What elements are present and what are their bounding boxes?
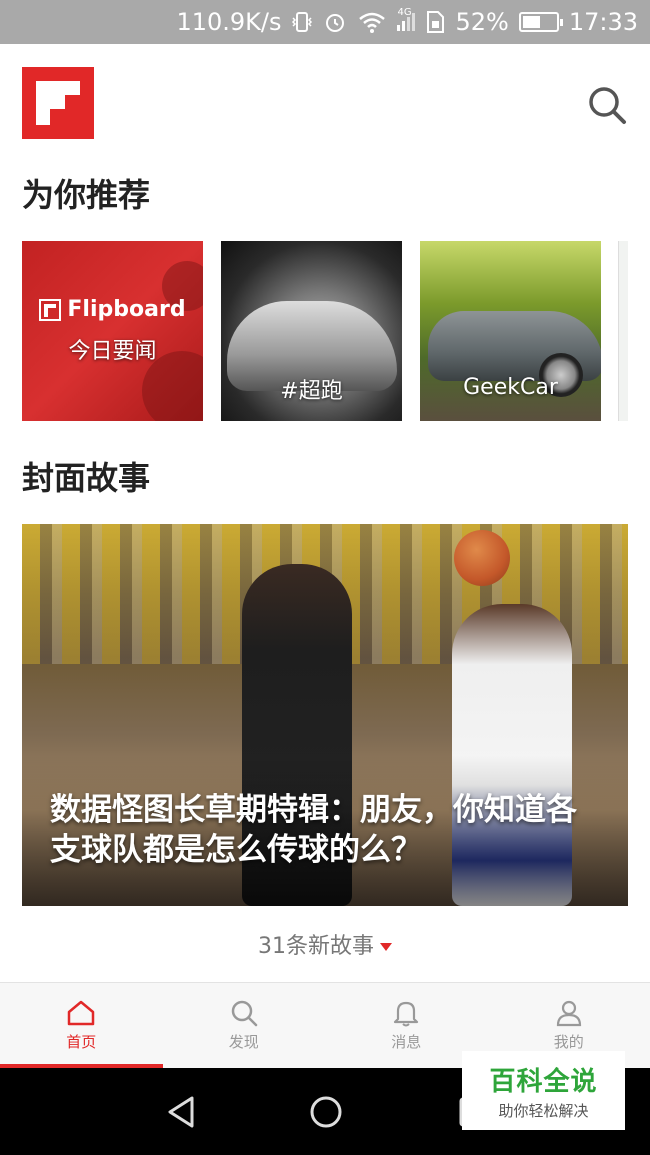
battery-icon xyxy=(518,12,563,32)
tab-label: 发现 xyxy=(228,1033,259,1051)
recommend-card-supercar[interactable]: #超跑 xyxy=(221,241,402,421)
home-circle-icon[interactable] xyxy=(304,1090,348,1134)
recommend-carousel[interactable]: Flipboard 今日要闻 #超跑 GeekCar xyxy=(22,241,601,421)
recommend-card-label: #超跑 xyxy=(280,379,343,404)
status-bar: 110.9K/s 4G 52% 17:33 xyxy=(0,0,650,44)
clock: 17:33 xyxy=(568,8,638,36)
basketball-image xyxy=(454,530,510,586)
tab-label: 首页 xyxy=(66,1033,97,1051)
watermark: 百科全说 助你轻松解决 xyxy=(462,1051,625,1130)
flipboard-logo[interactable] xyxy=(22,67,94,139)
vibrate-icon xyxy=(292,12,313,32)
recommend-title: 为你推荐 xyxy=(22,176,151,214)
network-type: 4G xyxy=(397,7,412,18)
tab-label: 消息 xyxy=(391,1033,422,1051)
flipboard-brand-text: Flipboard xyxy=(67,297,186,322)
tab-discover[interactable]: 发现 xyxy=(163,983,326,1068)
battery-percent: 52% xyxy=(455,8,509,36)
home-icon xyxy=(68,1000,95,1026)
recommend-card-geekcar[interactable]: GeekCar xyxy=(420,241,601,421)
watermark-title: 百科全说 xyxy=(489,1066,598,1097)
tab-home[interactable]: 首页 xyxy=(0,983,163,1068)
more-stories-button[interactable]: 31条新故事 xyxy=(0,928,650,960)
alarm-icon xyxy=(326,14,345,32)
bell-icon xyxy=(394,1001,419,1027)
recommend-card-peek[interactable] xyxy=(618,241,628,421)
wifi-icon xyxy=(359,12,386,33)
watermark-subtitle: 助你轻松解决 xyxy=(498,1101,589,1120)
caret-down-icon xyxy=(380,943,392,951)
net-speed: 110.9K/s xyxy=(176,8,282,36)
cover-story-headline: 数据怪图长草期特辑：朋友，你知道各支球队都是怎么传球的么？ xyxy=(50,792,577,868)
user-icon xyxy=(556,1000,581,1027)
cover-story-card[interactable]: 数据怪图长草期特辑：朋友，你知道各支球队都是怎么传球的么？ xyxy=(22,524,628,906)
signal-icon: 4G xyxy=(397,7,416,31)
more-stories-label: 31条新故事 xyxy=(258,934,374,959)
recommend-card-flipboard[interactable]: Flipboard 今日要闻 xyxy=(22,241,203,421)
app-header xyxy=(0,44,650,144)
recommend-card-label: 今日要闻 xyxy=(68,339,157,364)
back-icon[interactable] xyxy=(160,1090,204,1134)
tab-label: 我的 xyxy=(553,1033,584,1051)
search-icon[interactable] xyxy=(586,84,628,126)
cover-story-title: 封面故事 xyxy=(22,459,151,497)
search-icon xyxy=(231,1000,257,1027)
flipboard-brand: Flipboard xyxy=(22,297,203,322)
flipboard-mini-icon xyxy=(39,298,62,321)
recommend-card-label: GeekCar xyxy=(463,375,558,400)
sim-icon xyxy=(427,11,445,33)
